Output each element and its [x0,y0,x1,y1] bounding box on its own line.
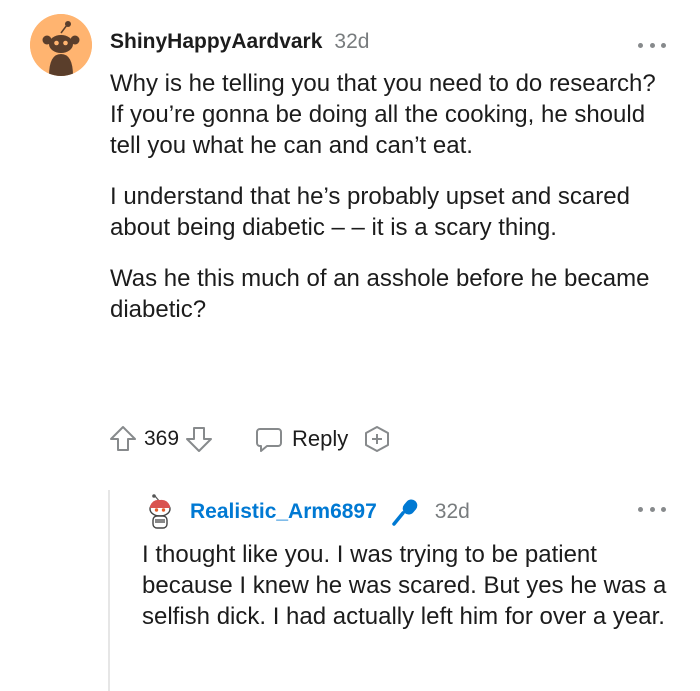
comment-timestamp[interactable]: 32d [334,30,369,54]
comment-action-bar: 369 Reply [108,421,392,457]
reply-header: Realistic_Arm6897 32d [190,497,470,527]
comment-username[interactable]: ShinyHappyAardvark [110,30,322,54]
comment-paragraph: Why is he telling you that you need to d… [110,70,656,159]
avatar[interactable] [30,14,92,76]
comment-paragraph: Was he this much of an asshole before he… [110,265,650,323]
comment-paragraph: I understand that he’s probably upset an… [110,183,630,241]
reply-text: I thought like you. I was trying to be p… [142,541,667,630]
microphone-icon [389,496,421,528]
reply-body: I thought like you. I was trying to be p… [142,539,682,632]
reply-timestamp[interactable]: 32d [435,500,470,524]
upvote-arrow-icon [110,426,136,451]
add-award-icon [365,426,390,452]
upvote-button[interactable] [108,424,138,454]
downvote-arrow-icon [186,427,213,452]
reply-username[interactable]: Realistic_Arm6897 [190,500,377,524]
reply-label: Reply [292,426,349,451]
more-options-icon[interactable] [638,40,666,50]
more-options-icon[interactable] [638,504,666,514]
comment-body: Why is he telling you that you need to d… [110,68,670,345]
speech-bubble-icon [256,428,283,452]
snoo-avatar-icon [149,494,171,529]
snoo-avatar-icon [30,14,92,76]
add-award-button[interactable] [362,424,392,454]
vote-count: 369 [144,427,180,450]
comment-header: ShinyHappyAardvark 32d [110,30,369,60]
reply-avatar[interactable] [143,494,177,532]
thread-line[interactable] [108,490,110,691]
downvote-button[interactable] [184,424,214,454]
reply-button[interactable]: Reply [254,424,348,454]
